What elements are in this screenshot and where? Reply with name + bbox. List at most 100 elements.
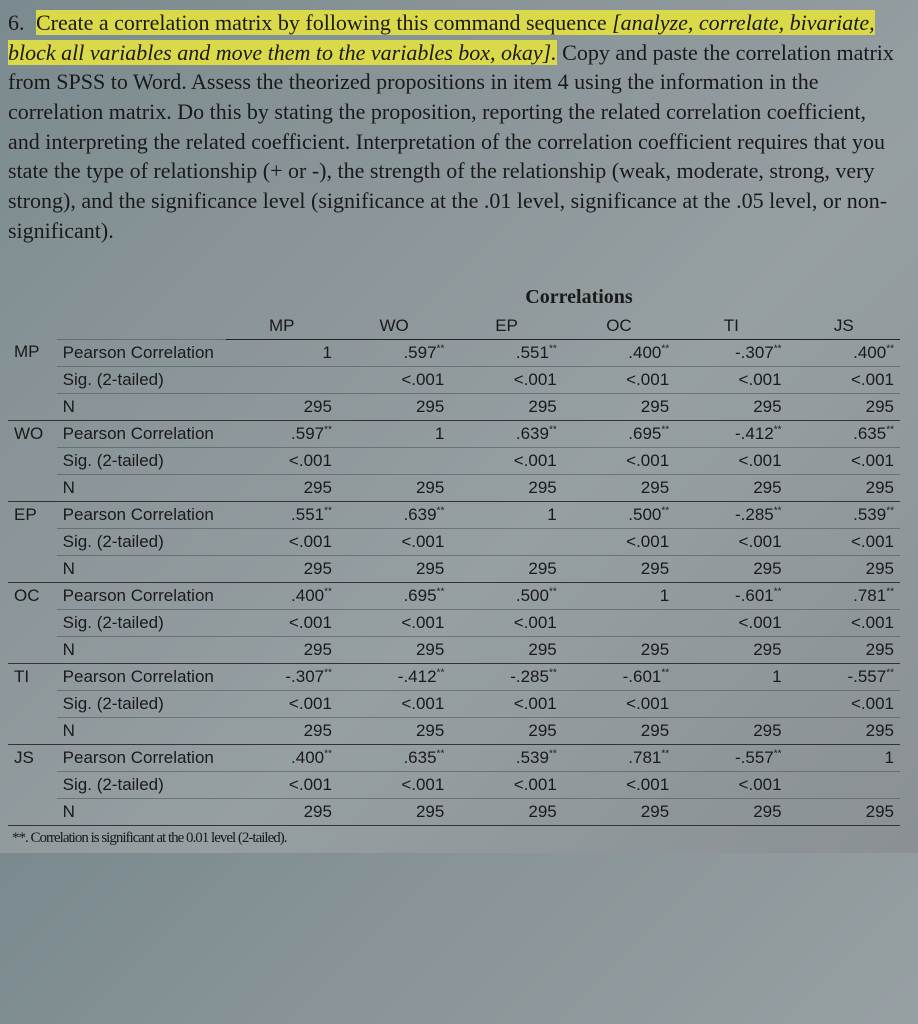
cell-value: 295 bbox=[563, 798, 675, 825]
table-row: JSPearson Correlation.400**.635**.539**.… bbox=[8, 744, 900, 771]
cell-value: <.001 bbox=[338, 771, 450, 798]
table-footnote: **. Correlation is significant at the 0.… bbox=[8, 830, 900, 847]
cell-value: 295 bbox=[675, 393, 787, 420]
cell-value: <.001 bbox=[788, 690, 900, 717]
var-label: WO bbox=[8, 420, 57, 447]
col-header: OC bbox=[563, 313, 675, 340]
table-row: Sig. (2-tailed)<.001<.001<.001<.001<.001 bbox=[8, 771, 900, 798]
stat-label: Pearson Correlation bbox=[57, 339, 226, 366]
stat-label: Sig. (2-tailed) bbox=[57, 690, 226, 717]
stat-label: Pearson Correlation bbox=[57, 582, 226, 609]
cell-value: 295 bbox=[226, 717, 338, 744]
var-label bbox=[8, 771, 57, 798]
cell-value: .695** bbox=[338, 582, 450, 609]
cell-value: 295 bbox=[563, 555, 675, 582]
table-row: N295295295295295295 bbox=[8, 474, 900, 501]
var-label bbox=[8, 555, 57, 582]
cell-value: 295 bbox=[788, 798, 900, 825]
table-row: OCPearson Correlation.400**.695**.500**1… bbox=[8, 582, 900, 609]
cell-value: 295 bbox=[338, 717, 450, 744]
cell-value: -.557** bbox=[788, 663, 900, 690]
cell-value: 1 bbox=[563, 582, 675, 609]
table-row: WOPearson Correlation.597**1.639**.695**… bbox=[8, 420, 900, 447]
cell-value: 295 bbox=[450, 636, 562, 663]
cell-value: <.001 bbox=[675, 366, 787, 393]
table-row: Sig. (2-tailed)<.001<.001<.001<.001<.001 bbox=[8, 528, 900, 555]
cell-value: -.307** bbox=[675, 339, 787, 366]
cell-value: 295 bbox=[788, 474, 900, 501]
table-row: N295295295295295295 bbox=[8, 393, 900, 420]
var-label bbox=[8, 528, 57, 555]
cell-value: <.001 bbox=[226, 609, 338, 636]
var-label bbox=[8, 717, 57, 744]
col-header: JS bbox=[788, 313, 900, 340]
cell-value: 295 bbox=[675, 636, 787, 663]
cell-value: .500** bbox=[450, 582, 562, 609]
cell-value: 295 bbox=[788, 717, 900, 744]
table-row: Sig. (2-tailed)<.001<.001<.001<.001<.001 bbox=[8, 447, 900, 474]
correlation-table: MP WO EP OC TI JS MPPearson Correlation1… bbox=[8, 313, 900, 826]
stat-label: N bbox=[57, 798, 226, 825]
cell-value: 295 bbox=[675, 474, 787, 501]
cell-value: <.001 bbox=[675, 528, 787, 555]
cell-value: 295 bbox=[563, 717, 675, 744]
cell-value: 295 bbox=[450, 798, 562, 825]
stat-label: N bbox=[57, 636, 226, 663]
cell-value: -.412** bbox=[338, 663, 450, 690]
question-highlight-1: Create a correlation matrix by following… bbox=[36, 10, 612, 35]
cell-value: <.001 bbox=[563, 447, 675, 474]
stat-label: Sig. (2-tailed) bbox=[57, 609, 226, 636]
cell-value: 295 bbox=[338, 474, 450, 501]
cell-value: .639** bbox=[450, 420, 562, 447]
cell-value: .635** bbox=[788, 420, 900, 447]
cell-value: 295 bbox=[338, 393, 450, 420]
cell-value bbox=[450, 528, 562, 555]
col-header: MP bbox=[226, 313, 338, 340]
cell-value: .639** bbox=[338, 501, 450, 528]
cell-value: .635** bbox=[338, 744, 450, 771]
cell-value: 295 bbox=[675, 555, 787, 582]
cell-value: 295 bbox=[563, 393, 675, 420]
cell-value: <.001 bbox=[675, 447, 787, 474]
cell-value: 295 bbox=[563, 474, 675, 501]
table-row: Sig. (2-tailed)<.001<.001<.001<.001<.001 bbox=[8, 609, 900, 636]
cell-value: .695** bbox=[563, 420, 675, 447]
cell-value: .551** bbox=[450, 339, 562, 366]
var-label: JS bbox=[8, 744, 57, 771]
stat-label: Sig. (2-tailed) bbox=[57, 366, 226, 393]
var-label: MP bbox=[8, 339, 57, 366]
cell-value: <.001 bbox=[563, 690, 675, 717]
cell-value: <.001 bbox=[450, 690, 562, 717]
stat-label: Sig. (2-tailed) bbox=[57, 771, 226, 798]
table-row: N295295295295295295 bbox=[8, 717, 900, 744]
cell-value: <.001 bbox=[788, 528, 900, 555]
cell-value bbox=[338, 447, 450, 474]
cell-value: -.285** bbox=[450, 663, 562, 690]
col-header: TI bbox=[675, 313, 787, 340]
question-block: 6.Create a correlation matrix by followi… bbox=[8, 8, 900, 246]
cell-value: 295 bbox=[450, 474, 562, 501]
var-label bbox=[8, 798, 57, 825]
var-label: EP bbox=[8, 501, 57, 528]
cell-value: <.001 bbox=[226, 447, 338, 474]
cell-value: 1 bbox=[226, 339, 338, 366]
cell-value: 295 bbox=[226, 393, 338, 420]
table-header-row: MP WO EP OC TI JS bbox=[8, 313, 900, 340]
cell-value: <.001 bbox=[226, 690, 338, 717]
cell-value bbox=[675, 690, 787, 717]
cell-value: <.001 bbox=[226, 771, 338, 798]
stat-label: Sig. (2-tailed) bbox=[57, 528, 226, 555]
cell-value: <.001 bbox=[338, 690, 450, 717]
stat-label: Sig. (2-tailed) bbox=[57, 447, 226, 474]
cell-value: .400** bbox=[563, 339, 675, 366]
var-label: TI bbox=[8, 663, 57, 690]
table-row: N295295295295295295 bbox=[8, 798, 900, 825]
table-row: TIPearson Correlation-.307**-.412**-.285… bbox=[8, 663, 900, 690]
cell-value: <.001 bbox=[788, 366, 900, 393]
cell-value: -.557** bbox=[675, 744, 787, 771]
cell-value: 1 bbox=[338, 420, 450, 447]
cell-value: <.001 bbox=[675, 609, 787, 636]
table-row: N295295295295295295 bbox=[8, 555, 900, 582]
cell-value: .400** bbox=[226, 744, 338, 771]
cell-value: 295 bbox=[788, 636, 900, 663]
